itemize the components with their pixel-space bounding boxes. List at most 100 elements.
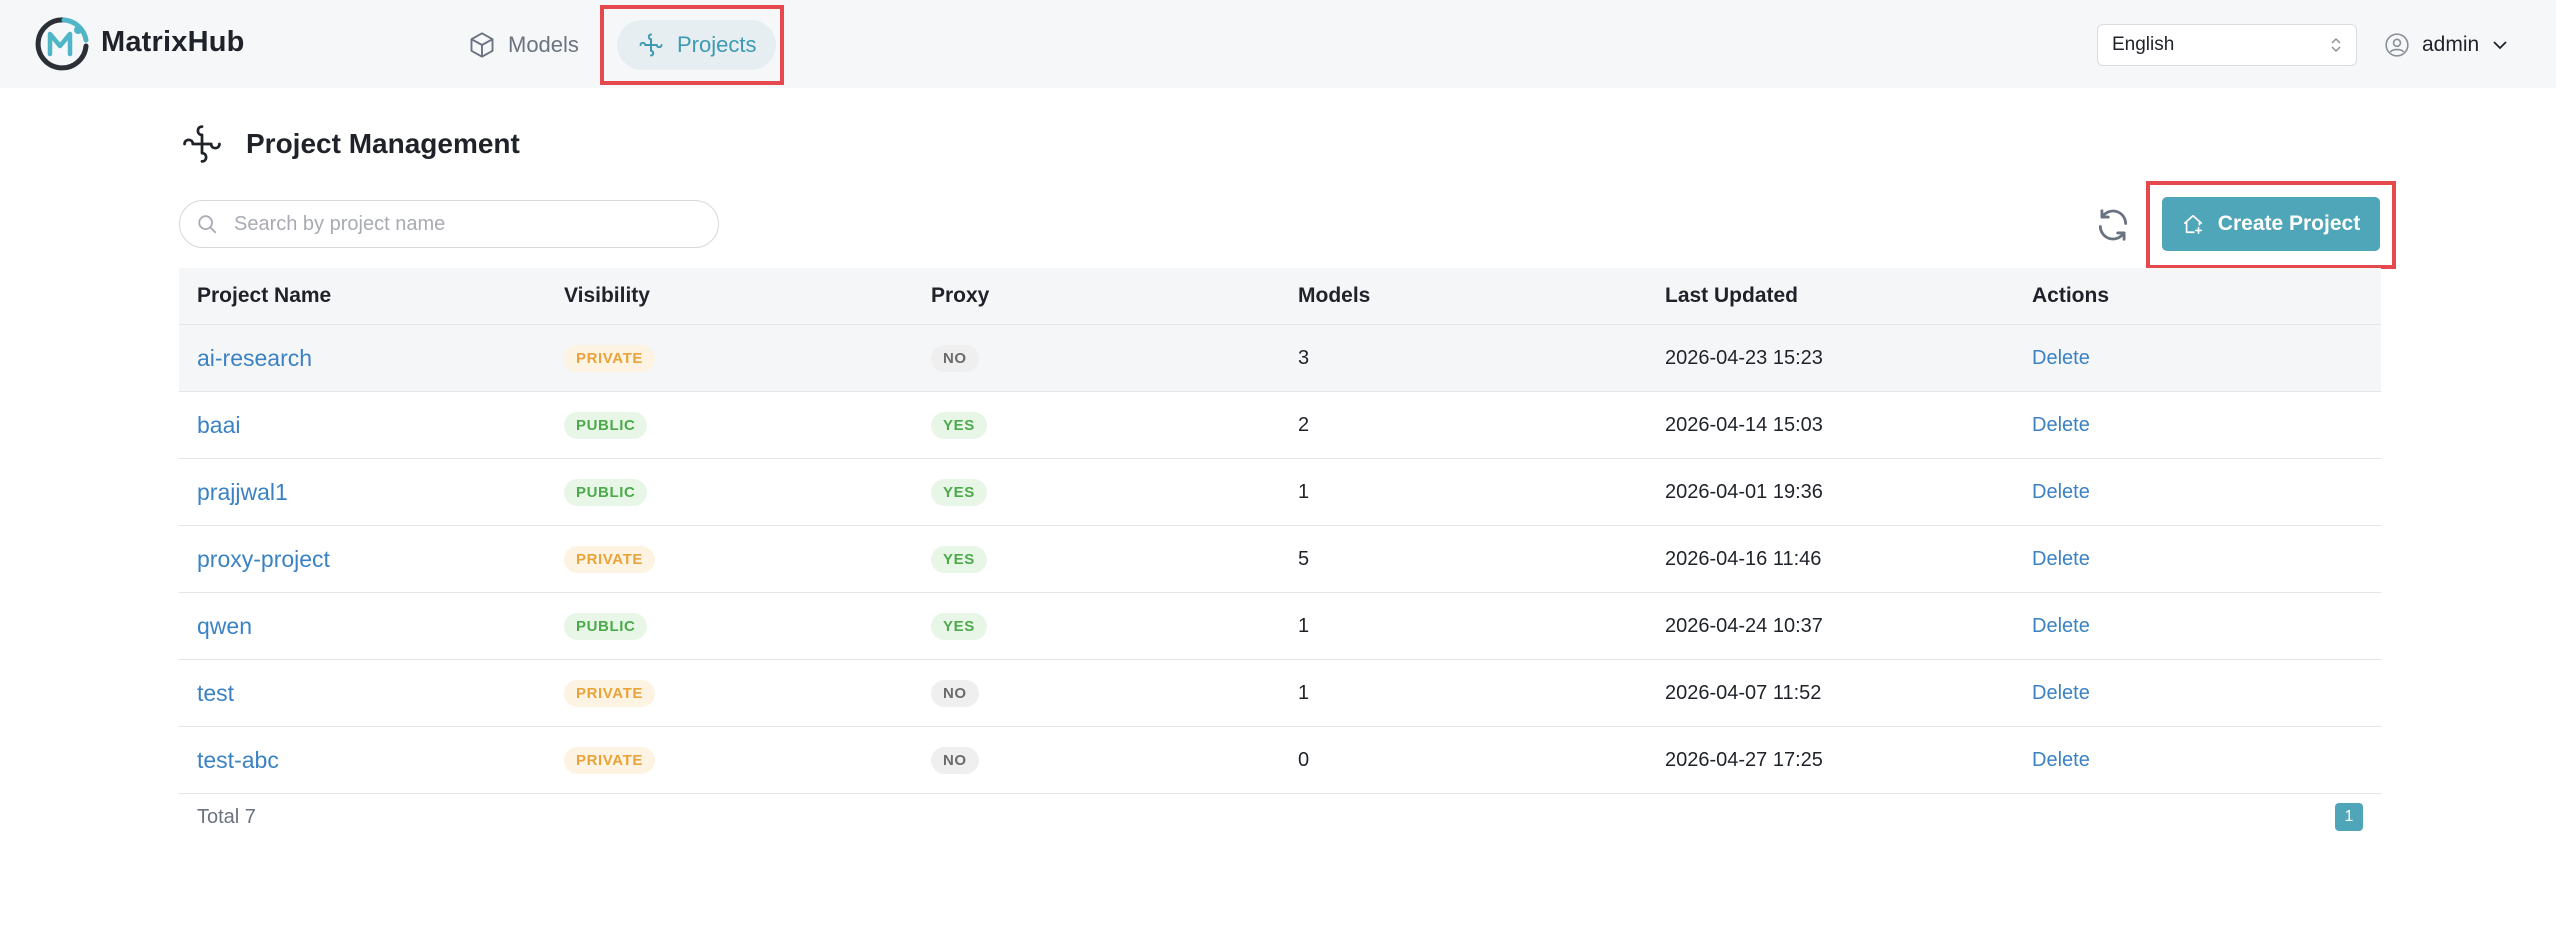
project-name-link[interactable]: test-abc [197, 747, 279, 773]
cell-last-updated: 2026-04-16 11:46 [1665, 547, 1822, 570]
cell-actions: Delete [2014, 414, 2381, 437]
page-heading: Project Management [180, 120, 520, 168]
project-name-link[interactable]: baai [197, 412, 240, 438]
table-row[interactable]: test PRIVATE NO 1 2026-04-07 11:52 Delete [179, 660, 2381, 727]
cell-visibility: PUBLIC [546, 478, 913, 506]
language-select[interactable]: English [2097, 24, 2357, 66]
cell-project-name: ai-research [179, 345, 546, 372]
cell-project-name: qwen [179, 613, 546, 640]
total-count: Total 7 [197, 805, 256, 828]
proxy-badge: NO [931, 344, 979, 372]
cell-models-count: 5 [1298, 547, 1310, 570]
column-header-last-updated: Last Updated [1665, 284, 1799, 307]
delete-link[interactable]: Delete [2032, 682, 2090, 704]
table-header: Project Name Visibility Proxy Models Las… [179, 268, 2381, 325]
cell-actions: Delete [2014, 682, 2381, 705]
matrixhub-logo[interactable] [34, 16, 90, 72]
brand-name: MatrixHub [101, 26, 245, 58]
cell-last-updated: 2026-04-27 17:25 [1665, 748, 1823, 771]
delete-link[interactable]: Delete [2032, 481, 2090, 503]
delete-link[interactable]: Delete [2032, 749, 2090, 771]
visibility-badge: PRIVATE [564, 679, 655, 707]
delete-link[interactable]: Delete [2032, 414, 2090, 436]
project-name-link[interactable]: proxy-project [197, 546, 330, 572]
cell-visibility: PRIVATE [546, 746, 913, 774]
column-header-visibility: Visibility [564, 284, 650, 307]
cell-actions: Delete [2014, 749, 2381, 772]
cell-models-count: 1 [1298, 614, 1310, 637]
delete-link[interactable]: Delete [2032, 615, 2090, 637]
table-row[interactable]: baai PUBLIC YES 2 2026-04-14 15:03 Delete [179, 392, 2381, 459]
nav-models-label: Models [508, 32, 579, 57]
cell-last-updated: 2026-04-07 11:52 [1665, 681, 1822, 704]
refresh-icon[interactable] [2094, 206, 2132, 244]
project-name-link[interactable]: test [197, 680, 234, 706]
cell-project-name: test-abc [179, 747, 546, 774]
visibility-badge: PRIVATE [564, 545, 655, 573]
project-name-link[interactable]: prajjwal1 [197, 479, 288, 505]
cell-project-name: test [179, 680, 546, 707]
proxy-badge: NO [931, 746, 979, 774]
table-body: ai-research PRIVATE NO 3 2026-04-23 15:23 Del… [179, 325, 2381, 794]
cell-models-count: 1 [1298, 480, 1310, 503]
cube-icon [470, 32, 494, 58]
project-name-link[interactable]: ai-research [197, 345, 312, 371]
cell-proxy: YES [913, 478, 1280, 506]
nav-models[interactable]: Models [448, 20, 599, 70]
cell-project-name: proxy-project [179, 546, 546, 573]
cell-visibility: PRIVATE [546, 344, 913, 372]
search-input[interactable] [232, 211, 702, 237]
cell-proxy: NO [913, 679, 1280, 707]
user-menu[interactable]: admin [2384, 24, 2509, 66]
cell-models-count: 3 [1298, 346, 1310, 369]
cell-proxy: NO [913, 344, 1280, 372]
table-row[interactable]: proxy-project PRIVATE YES 5 2026-04-16 11:46… [179, 526, 2381, 593]
chevron-down-icon [2493, 41, 2507, 50]
visibility-badge: PUBLIC [564, 411, 648, 439]
cell-last-updated: 2026-04-01 19:36 [1665, 480, 1823, 503]
project-name-link[interactable]: qwen [197, 613, 252, 639]
create-project-highlight-box [2146, 181, 2396, 269]
cell-last-updated: 2026-04-23 15:23 [1665, 346, 1823, 369]
cell-visibility: PRIVATE [546, 679, 913, 707]
cell-models-count: 2 [1298, 413, 1310, 436]
cell-models-count: 1 [1298, 681, 1310, 704]
username: admin [2422, 33, 2480, 56]
visibility-badge: PRIVATE [564, 746, 655, 774]
cell-actions: Delete [2014, 481, 2381, 504]
proxy-badge: YES [931, 411, 987, 439]
delete-link[interactable]: Delete [2032, 548, 2090, 570]
table-row[interactable]: prajjwal1 PUBLIC YES 1 2026-04-01 19:36 Delet… [179, 459, 2381, 526]
search-box[interactable] [179, 200, 719, 248]
visibility-badge: PRIVATE [564, 344, 655, 372]
cell-proxy: YES [913, 411, 1280, 439]
proxy-badge: YES [931, 478, 987, 506]
proxy-badge: YES [931, 545, 987, 573]
search-icon [198, 215, 217, 234]
cell-proxy: YES [913, 545, 1280, 573]
projects-table: Project Name Visibility Proxy Models Las… [179, 268, 2381, 794]
table-row[interactable]: ai-research PRIVATE NO 3 2026-04-23 15:23 Del… [179, 325, 2381, 392]
cell-last-updated: 2026-04-14 15:03 [1665, 413, 1823, 436]
projects-highlight-box [600, 5, 784, 85]
table-row[interactable]: test-abc PRIVATE NO 0 2026-04-27 17:25 Delete [179, 727, 2381, 794]
cell-visibility: PUBLIC [546, 411, 913, 439]
delete-link[interactable]: Delete [2032, 347, 2090, 369]
column-header-project-name: Project Name [197, 284, 332, 307]
top-header: MatrixHub Models Projects English admin [0, 0, 2556, 88]
column-header-actions: Actions [2032, 284, 2110, 307]
language-value: English [2112, 34, 2175, 55]
pagination-page-1[interactable]: 1 [2335, 803, 2363, 831]
cell-project-name: prajjwal1 [179, 479, 546, 506]
table-row[interactable]: qwen PUBLIC YES 1 2026-04-24 10:37 Delete [179, 593, 2381, 660]
table-footer: Total 7 1 [179, 800, 2381, 834]
visibility-badge: PUBLIC [564, 612, 648, 640]
cell-project-name: baai [179, 412, 546, 439]
projects-icon [183, 125, 221, 163]
cell-visibility: PRIVATE [546, 545, 913, 573]
updown-chevron-icon [2331, 37, 2341, 53]
proxy-badge: NO [931, 679, 979, 707]
cell-proxy: NO [913, 746, 1280, 774]
page-title: Project Management [246, 128, 520, 159]
cell-actions: Delete [2014, 548, 2381, 571]
